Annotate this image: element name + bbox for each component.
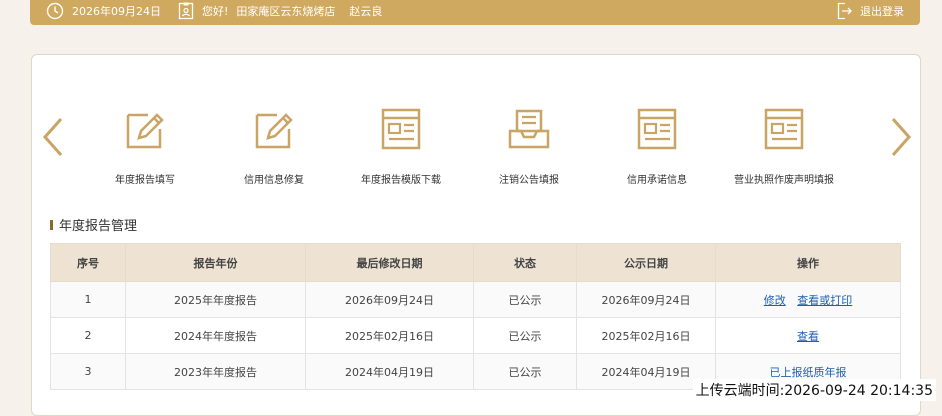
carousel-next-button[interactable] xyxy=(887,115,915,159)
edit-doc-icon xyxy=(252,107,296,151)
cell-published: 2025年02月16日 xyxy=(576,317,716,354)
greeting: 您好! xyxy=(202,5,229,18)
col-header-status: 状态 xyxy=(473,243,577,282)
cell-status: 已公示 xyxy=(473,281,577,318)
func-label: 信用信息修复 xyxy=(244,175,304,186)
main-panel: 年度报告填写 信用信息修复 年度报告模版下载 注销公告填报 信用承诺信息 营业执… xyxy=(31,54,921,416)
cell-published: 2026年09月24日 xyxy=(576,281,716,318)
top-bar: 2026年09月24日 您好! 田家庵区云东烧烤店 赵云良 退出登录 xyxy=(30,0,920,25)
func-credit-commitment[interactable]: 信用承诺信息 xyxy=(597,107,717,186)
carousel-prev-button[interactable] xyxy=(39,115,67,159)
func-annual-report-fill[interactable]: 年度报告填写 xyxy=(85,107,205,186)
edit-link[interactable]: 修改 xyxy=(764,294,786,307)
edit-doc-icon xyxy=(123,107,167,151)
cell-actions: 修改 查看或打印 xyxy=(715,281,901,318)
func-template-download[interactable]: 年度报告模版下载 xyxy=(341,107,461,186)
func-license-void-statement[interactable]: 营业执照作废声明填报 xyxy=(724,107,844,186)
chevron-left-icon xyxy=(42,118,63,156)
view-print-link[interactable]: 查看或打印 xyxy=(797,294,852,307)
date-display: 2026年09月24日 xyxy=(46,0,161,22)
current-date: 2026年09月24日 xyxy=(72,5,161,18)
chevron-right-icon xyxy=(891,118,912,156)
cell-no: 1 xyxy=(50,281,126,318)
table-row: 2 2024年年度报告 2025年02月16日 已公示 2025年02月16日 … xyxy=(50,317,901,354)
col-header-published: 公示日期 xyxy=(576,243,716,282)
col-header-year: 报告年份 xyxy=(125,243,306,282)
func-label: 年度报告填写 xyxy=(115,175,175,186)
col-header-modified: 最后修改日期 xyxy=(305,243,474,282)
col-header-actions: 操作 xyxy=(715,243,901,282)
user-info: 您好! 田家庵区云东烧烤店 赵云良 xyxy=(178,0,382,22)
func-label: 信用承诺信息 xyxy=(627,175,687,186)
cell-modified: 2024年04月19日 xyxy=(305,353,474,390)
user-name: 赵云良 xyxy=(349,5,383,18)
clock-icon xyxy=(46,2,64,20)
badge-icon xyxy=(178,2,194,20)
cell-modified: 2025年02月16日 xyxy=(305,317,474,354)
cell-actions: 查看 xyxy=(715,317,901,354)
logout-icon xyxy=(836,2,852,20)
section-marker xyxy=(50,219,53,230)
cell-no: 3 xyxy=(50,353,126,390)
shop-name: 田家庵区云东烧烤店 xyxy=(236,5,336,18)
inbox-tray-icon xyxy=(507,107,551,151)
cell-year: 2025年年度报告 xyxy=(125,281,306,318)
func-cancellation-notice[interactable]: 注销公告填报 xyxy=(469,107,589,186)
col-header-no: 序号 xyxy=(50,243,126,282)
func-label: 营业执照作废声明填报 xyxy=(734,175,834,186)
cell-no: 2 xyxy=(50,317,126,354)
table-header-row: 序号 报告年份 最后修改日期 状态 公示日期 操作 xyxy=(50,243,901,282)
annual-report-table: 序号 报告年份 最后修改日期 状态 公示日期 操作 1 2025年年度报告 20… xyxy=(50,243,901,390)
document-list-icon xyxy=(635,107,679,151)
cell-year: 2024年年度报告 xyxy=(125,317,306,354)
func-credit-repair[interactable]: 信用信息修复 xyxy=(214,107,334,186)
document-list-icon xyxy=(379,107,423,151)
cell-year: 2023年年度报告 xyxy=(125,353,306,390)
section-title-text: 年度报告管理 xyxy=(59,219,138,234)
cell-status: 已公示 xyxy=(473,353,577,390)
cell-modified: 2026年09月24日 xyxy=(305,281,474,318)
section-title: 年度报告管理 xyxy=(50,215,137,234)
func-label: 年度报告模版下载 xyxy=(361,175,441,186)
logout-button[interactable]: 退出登录 xyxy=(836,0,904,22)
paper-report-link[interactable]: 已上报纸质年报 xyxy=(770,366,847,379)
upload-timestamp: 上传云端时间:2026-09-24 20:14:35 xyxy=(692,379,936,401)
document-list-icon xyxy=(762,107,806,151)
func-label: 注销公告填报 xyxy=(499,175,559,186)
cell-status: 已公示 xyxy=(473,317,577,354)
table-row: 1 2025年年度报告 2026年09月24日 已公示 2026年09月24日 … xyxy=(50,281,901,318)
logout-label: 退出登录 xyxy=(860,5,904,18)
view-link[interactable]: 查看 xyxy=(797,330,819,343)
